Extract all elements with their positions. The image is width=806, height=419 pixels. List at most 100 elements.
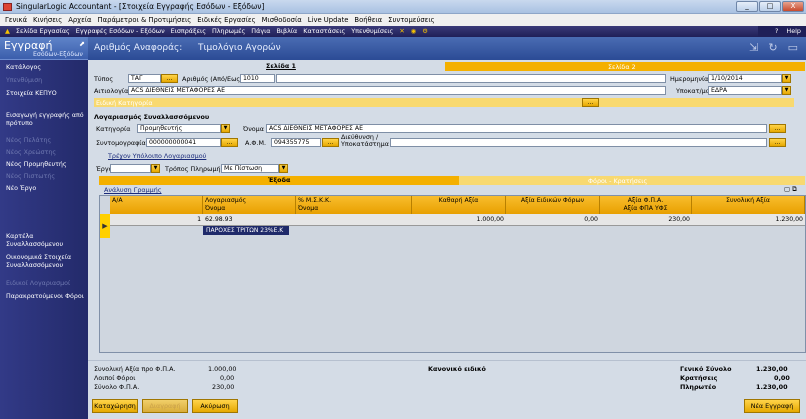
special-category-button[interactable]: ... (582, 98, 599, 107)
nav-payments[interactable]: Πληρωμές (209, 26, 248, 37)
delete-button: Διαγραφή (142, 399, 188, 413)
tab-page-2[interactable]: Σελίδα 2 (608, 63, 636, 71)
reason-field[interactable]: ACS ΔΙΕΘΝΕΙΣ ΜΕΤΑΦΟΡΕΣ ΑΕ (128, 86, 666, 95)
nav-receipts[interactable]: Εισπράξεις (168, 26, 209, 37)
afm-lookup-button[interactable]: ... (322, 138, 339, 147)
nav-reports[interactable]: Καταστάσεις (300, 26, 348, 37)
menu-movements[interactable]: Κινήσεις (30, 14, 65, 26)
net-total-value: 1.000,00 (208, 365, 237, 373)
table-row[interactable]: 1 62.98.93 1.000,00 0,00 230,00 1.230,00 (110, 214, 805, 226)
project-dropdown-icon[interactable]: ▼ (151, 164, 160, 173)
grid-header-mskk: % Μ.Σ.Κ.Κ. Όνομα (296, 196, 412, 214)
pin-icon[interactable]: ⬈ (79, 40, 85, 48)
header-net-label: Καθαρή Αξία (438, 197, 479, 204)
restore-icon[interactable]: ▢ ⧉ (784, 185, 797, 194)
menu-live-update[interactable]: Live Update (305, 14, 352, 26)
reload-icon[interactable]: ↻ (768, 41, 777, 54)
address-lookup-button[interactable]: ... (769, 138, 786, 147)
minimize-button[interactable]: _ (736, 1, 758, 12)
cell-account-name[interactable]: ΠΑΡΟΧΕΣ ΤΡΙΤΩΝ 23%Ε.Κ (203, 226, 289, 235)
date-field[interactable]: 1/10/2014 (708, 74, 782, 83)
cell-special[interactable]: 0,00 (506, 214, 600, 226)
date-label: Ημερομηνία (670, 75, 709, 83)
sidebar-item-withheld-taxes[interactable]: Παρακρατούμενοι Φόροι (6, 293, 86, 301)
grid-header-aa: Α/Α (110, 196, 203, 214)
nav-workpage[interactable]: Σελίδα Εργασίας (13, 26, 73, 37)
type-lookup-button[interactable]: ... (161, 74, 178, 83)
help-link[interactable]: ? Help (758, 26, 806, 37)
menu-payroll[interactable]: Μισθοδοσία (259, 14, 305, 26)
sidebar: Εγγραφή Εσόδων-Εξόδων ⬈ Κατάλογος Υπενθύ… (0, 37, 88, 419)
row-selector-icon[interactable]: ▶ (100, 214, 110, 238)
menu-help[interactable]: Βοήθεια (351, 14, 385, 26)
new-entry-button[interactable]: Νέα Εγγραφή (744, 399, 800, 413)
special-category-strip (94, 98, 794, 107)
menu-shortcuts[interactable]: Συντομεύσεις (385, 14, 437, 26)
cell-vat[interactable]: 230,00 (600, 214, 692, 226)
sidebar-item-kepyo[interactable]: Στοιχεία ΚΕΠΥΟ (6, 90, 86, 98)
maximize-button[interactable]: □ (759, 1, 781, 12)
nav-books[interactable]: Βιβλία (273, 26, 300, 37)
payment-label: Τρόπος Πληρωμής (165, 165, 225, 173)
menu-general[interactable]: Γενικά (2, 14, 30, 26)
x-icon[interactable]: ✕ (396, 26, 407, 37)
shortcode-lookup-button[interactable]: ... (221, 138, 238, 147)
branch-field[interactable]: ΕΔΡΑ (708, 86, 782, 95)
tab-page-1[interactable]: Σελίδα 1 (266, 62, 296, 70)
sidebar-item-financials[interactable]: Οικονομικά Στοιχεία Συναλλασσόμενου (6, 254, 86, 270)
payment-field[interactable]: Με Πίστωση (221, 164, 279, 173)
save-button[interactable]: Καταχώρηση (92, 399, 138, 413)
close-button[interactable]: X (782, 1, 804, 12)
other-taxes-label: Λοιποί Φόροι (94, 374, 136, 382)
category-field[interactable]: Προμηθευτής (137, 124, 221, 133)
sidebar-item-new-supplier[interactable]: Νέος Προμηθευτής (6, 161, 86, 169)
sidebar-item-catalog[interactable]: Κατάλογος (6, 64, 86, 72)
cell-net[interactable]: 1.000,00 (412, 214, 506, 226)
shortcode-field[interactable]: 000000000041 (146, 138, 221, 147)
address-field[interactable] (390, 138, 767, 147)
nav-assets[interactable]: Πάγια (248, 26, 273, 37)
document-type: Τιμολόγιο Αγορών (198, 43, 281, 53)
date-dropdown-icon[interactable]: ▼ (782, 74, 791, 83)
sidebar-item-account-card[interactable]: Καρτέλα Συναλλασσόμενου (6, 233, 86, 249)
category-dropdown-icon[interactable]: ▼ (221, 124, 230, 133)
menu-files[interactable]: Αρχεία (65, 14, 94, 26)
home-icon: ▲ (5, 27, 10, 35)
line-analysis-link[interactable]: Ανάλυση Γραμμής (104, 186, 162, 194)
window-title: SingularLogic Accountant - [Στοιχεία Εγγ… (16, 2, 265, 11)
number-to-field[interactable] (276, 74, 666, 83)
quick-nav-bar: ▲ Σελίδα Εργασίας Εγγραφές Εσόδων - Εξόδ… (0, 26, 806, 37)
menu-special-tasks[interactable]: Ειδικές Εργασίες (194, 14, 258, 26)
sidebar-item-template[interactable]: Εισαγωγή εγγραφής από πρότυπο (6, 112, 86, 128)
balance-link[interactable]: Τρέχον Υπόλοιπο Λογαριασμού (108, 152, 206, 160)
cell-account[interactable]: 62.98.93 (203, 214, 296, 226)
afm-field[interactable]: 094355775 (271, 138, 321, 147)
header-vat-sub: Αξία ΦΠΑ ΥΦΣ (623, 205, 668, 212)
export-icon[interactable]: ⇲ (749, 41, 758, 54)
name-field[interactable]: ACS ΔΙΕΘΝΕΙΣ ΜΕΤΑΦΟΡΕΣ ΑΕ (266, 124, 767, 133)
payable-label: Πληρωτέο (680, 383, 717, 391)
cell-total[interactable]: 1.230,00 (692, 214, 805, 226)
sidebar-item-new-creditor: Νέος Πιστωτής (6, 173, 56, 180)
cell-aa[interactable]: 1 (110, 214, 203, 226)
number-label: Αριθμός (Από/Εως) (182, 75, 243, 83)
number-from-field[interactable]: 1010 (240, 74, 275, 83)
nav-reminders[interactable]: Υπενθυμίσεις (348, 26, 396, 37)
branch-dropdown-icon[interactable]: ▼ (782, 86, 791, 95)
project-field[interactable] (110, 164, 151, 173)
sidebar-item-new-project[interactable]: Νέο Έργο (6, 185, 86, 193)
tools-icon[interactable]: ⚙ (419, 26, 431, 37)
payment-dropdown-icon[interactable]: ▼ (279, 164, 288, 173)
cancel-button[interactable]: Ακύρωση (192, 399, 238, 413)
nav-entries[interactable]: Εγγραφές Εσόδων - Εξόδων (73, 26, 168, 37)
vat-title[interactable]: Φόροι - Κρατήσεις (588, 177, 647, 185)
header-mskk-label: % Μ.Σ.Κ.Κ. (298, 197, 332, 204)
payable-value: 1.230,00 (756, 383, 788, 391)
menu-parameters[interactable]: Παράμετροι & Προτιμήσεις (95, 14, 195, 26)
header-vat-label: Αξία Φ.Π.Α. (627, 197, 664, 204)
refresh-icon[interactable]: ◉ (408, 26, 420, 37)
document-icon[interactable]: ▭ (788, 41, 798, 54)
name-lookup-button[interactable]: ... (769, 124, 786, 133)
type-field[interactable]: ΤΑΓ (128, 74, 161, 83)
account-section-title: Λογαριασμός Συναλλασσόμενου (94, 113, 210, 121)
